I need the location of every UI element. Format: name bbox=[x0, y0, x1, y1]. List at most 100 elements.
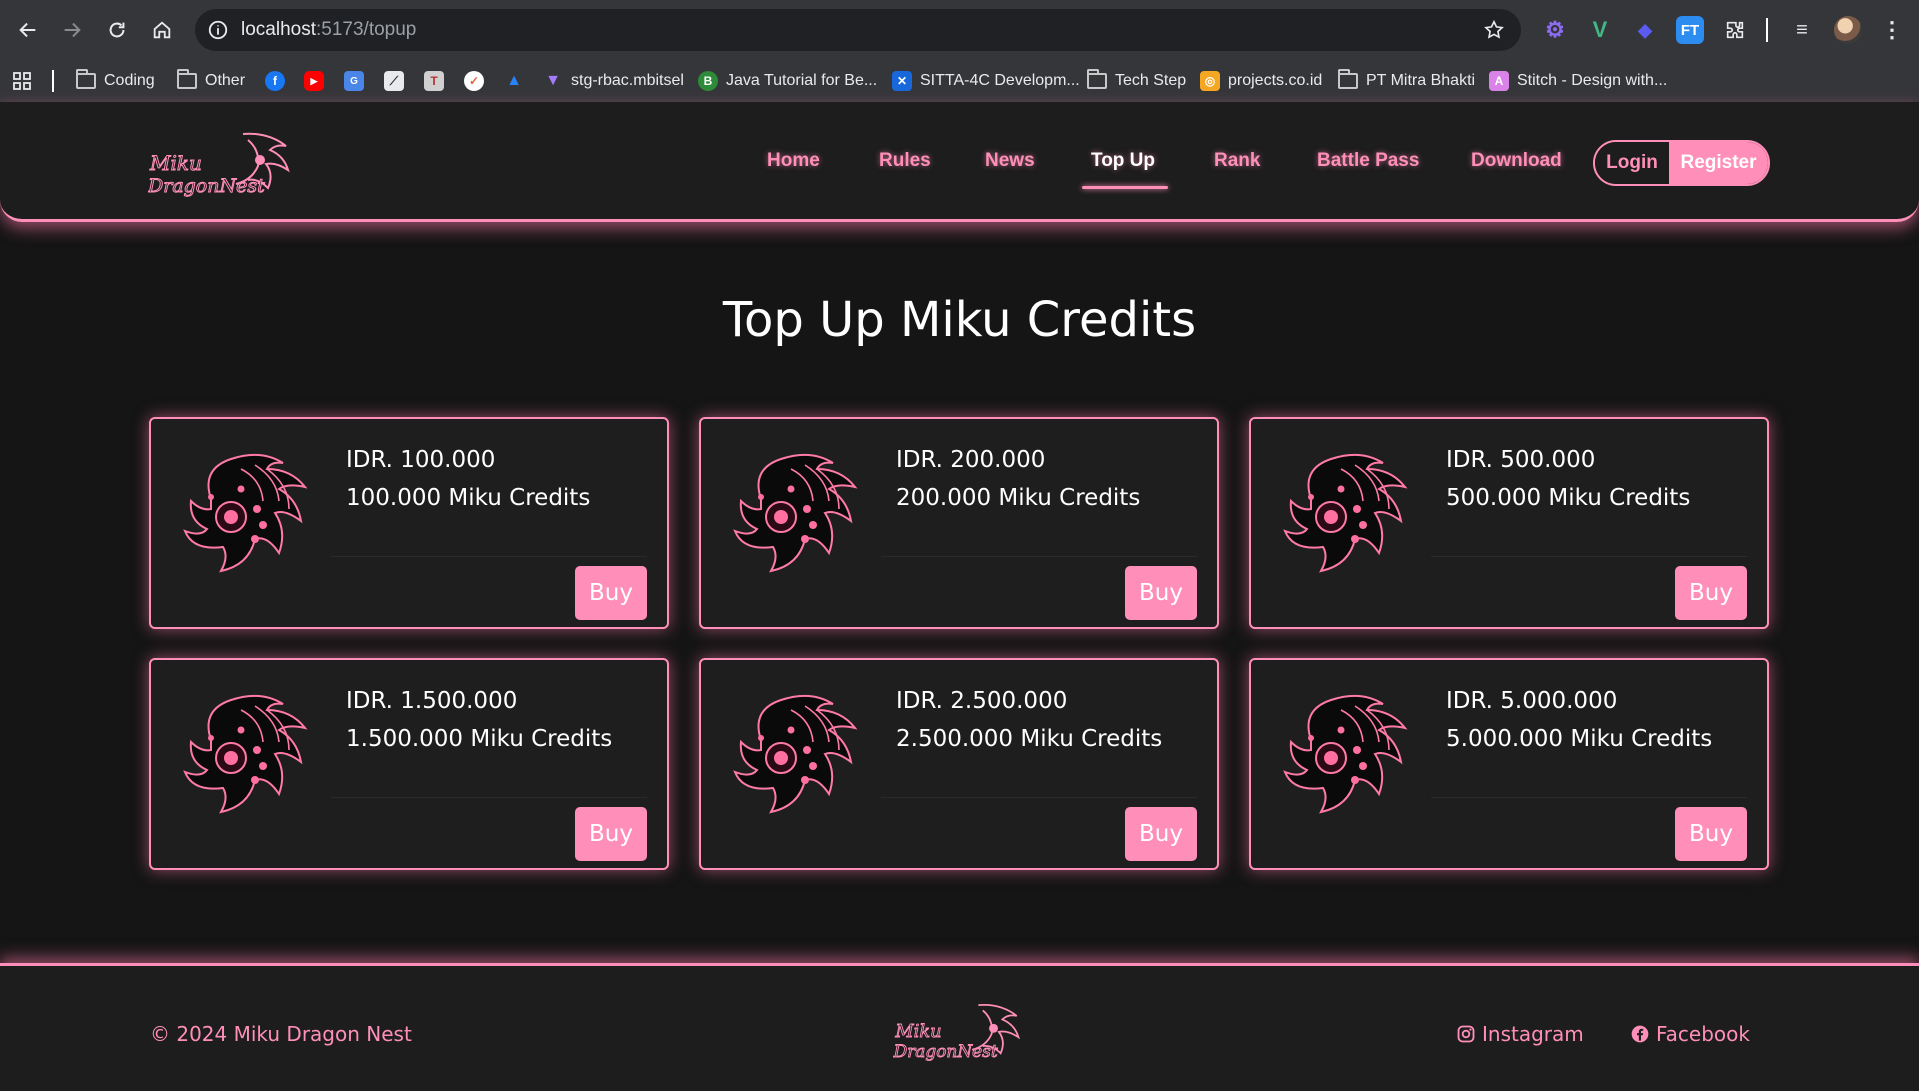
nav-rules[interactable]: Rules bbox=[879, 150, 931, 172]
browser-chrome: localhost:5173/topup ⚙ V ◆ FT ≡ ⋮ Coding… bbox=[0, 0, 1919, 102]
extensions-puzzle-icon[interactable] bbox=[1721, 16, 1749, 44]
apps-grid-icon[interactable] bbox=[12, 66, 32, 96]
bookmark-youtube[interactable]: ▶ bbox=[304, 66, 324, 96]
nav-rank[interactable]: Rank bbox=[1214, 150, 1260, 172]
package-credits: 100.000 Miku Credits bbox=[346, 485, 591, 511]
package-credits: 500.000 Miku Credits bbox=[1446, 485, 1691, 511]
site-footer: © 2024 Miku Dragon Nest Miku DragonNest … bbox=[0, 963, 1919, 1091]
buy-button[interactable]: Buy bbox=[575, 807, 647, 861]
bookmarks-bar: Coding Other f ▶ G ⟋ T ✓ ▲ ▼ stg-rbac.mb… bbox=[0, 60, 1919, 102]
extension-ft-icon[interactable]: FT bbox=[1676, 16, 1704, 44]
home-button[interactable] bbox=[146, 14, 178, 46]
svg-text:Miku: Miku bbox=[149, 151, 202, 175]
topup-card: IDR. 1.500.000 1.500.000 Miku Credits Buy bbox=[149, 658, 669, 870]
card-divider bbox=[331, 556, 647, 557]
arrow-right-icon bbox=[64, 22, 81, 38]
topup-card: IDR. 500.000 500.000 Miku Credits Buy bbox=[1249, 417, 1769, 629]
package-credits: 1.500.000 Miku Credits bbox=[346, 726, 613, 752]
buy-button[interactable]: Buy bbox=[1125, 807, 1197, 861]
auth-buttons: Login Register bbox=[1593, 140, 1770, 186]
address-bar[interactable]: localhost:5173/topup bbox=[195, 9, 1521, 51]
package-credits: 200.000 Miku Credits bbox=[896, 485, 1141, 511]
dragon-emblem-icon bbox=[733, 453, 858, 573]
bookmark-tools[interactable]: T bbox=[424, 66, 444, 96]
miku-dragon-nest-logo[interactable]: Miku DragonNest bbox=[148, 126, 298, 200]
footer-logo: Miku DragonNest bbox=[893, 1004, 1020, 1061]
buy-button[interactable]: Buy bbox=[1675, 566, 1747, 620]
facebook-link[interactable]: Facebook bbox=[1630, 1022, 1750, 1046]
package-price: IDR. 200.000 bbox=[896, 447, 1046, 473]
topup-card: IDR. 200.000 200.000 Miku Credits Buy bbox=[699, 417, 1219, 629]
bookmark-coding[interactable]: Coding bbox=[76, 66, 155, 96]
topup-card: IDR. 2.500.000 2.500.000 Miku Credits Buy bbox=[699, 658, 1219, 870]
card-divider bbox=[331, 797, 647, 798]
bookmark-facebook[interactable]: f bbox=[265, 66, 285, 96]
bookmark-jira[interactable]: ▲ bbox=[504, 66, 524, 96]
instagram-link[interactable]: Instagram bbox=[1456, 1022, 1584, 1046]
bookmark-stitch[interactable]: A Stitch - Design with... bbox=[1489, 66, 1667, 96]
card-divider bbox=[881, 556, 1197, 557]
bookmark-blank[interactable]: ⟋ bbox=[384, 66, 404, 96]
dragon-emblem-icon bbox=[1283, 694, 1408, 814]
forward-button[interactable] bbox=[56, 14, 88, 46]
app-icon: ✓ bbox=[464, 71, 484, 91]
site-header: Miku DragonNest Home Rules News Top Up R… bbox=[0, 102, 1919, 222]
buy-button[interactable]: Buy bbox=[1125, 566, 1197, 620]
arrow-left-icon bbox=[19, 22, 36, 38]
nav-active-indicator bbox=[1082, 186, 1168, 189]
folder-icon bbox=[76, 69, 96, 89]
login-button[interactable]: Login bbox=[1595, 142, 1669, 184]
buy-button[interactable]: Buy bbox=[1675, 807, 1747, 861]
site-info-icon[interactable] bbox=[207, 19, 229, 41]
buy-button[interactable]: Buy bbox=[575, 566, 647, 620]
jira-icon: ▲ bbox=[506, 72, 522, 89]
vite-icon: ▼ bbox=[545, 72, 561, 89]
topup-card: IDR. 100.000 100.000 Miku Credits Buy bbox=[149, 417, 669, 629]
bookmark-stg-rbac[interactable]: ▼ stg-rbac.mbitsel bbox=[543, 66, 684, 96]
bookmark-translate[interactable]: G bbox=[344, 66, 364, 96]
back-button[interactable] bbox=[12, 14, 44, 46]
nav-top-up[interactable]: Top Up bbox=[1091, 150, 1155, 172]
bookmark-projects[interactable]: ◎ projects.co.id bbox=[1200, 66, 1322, 96]
folder-icon bbox=[1087, 69, 1107, 89]
nav-news[interactable]: News bbox=[985, 150, 1035, 172]
reload-button[interactable] bbox=[101, 14, 133, 46]
extension-diamond-icon[interactable]: ◆ bbox=[1631, 16, 1659, 44]
nav-home[interactable]: Home bbox=[767, 150, 820, 172]
vue-devtools-icon[interactable]: V bbox=[1586, 16, 1614, 44]
bookmark-other[interactable]: Other bbox=[177, 66, 245, 96]
bookmarks-separator bbox=[52, 70, 54, 92]
youtube-icon: ▶ bbox=[304, 71, 324, 91]
nav-battle-pass[interactable]: Battle Pass bbox=[1317, 150, 1419, 172]
url-text: localhost:5173/topup bbox=[241, 19, 417, 40]
bookmark-app[interactable]: ✓ bbox=[464, 66, 484, 96]
reload-icon bbox=[109, 22, 125, 38]
blank-icon: ⟋ bbox=[384, 71, 404, 91]
topup-card: IDR. 5.000.000 5.000.000 Miku Credits Buy bbox=[1249, 658, 1769, 870]
browser-toolbar: localhost:5173/topup ⚙ V ◆ FT ≡ ⋮ bbox=[0, 0, 1919, 60]
media-control-icon[interactable]: ≡ bbox=[1788, 16, 1816, 44]
tools-icon: T bbox=[424, 71, 444, 91]
svg-text:Miku: Miku bbox=[894, 1021, 941, 1042]
profile-avatar[interactable] bbox=[1834, 16, 1862, 44]
bookmark-sitta[interactable]: ✕ SITTA-4C Developm... bbox=[892, 66, 1080, 96]
bookmark-tech-step[interactable]: Tech Step bbox=[1087, 66, 1186, 96]
card-divider bbox=[1431, 797, 1747, 798]
register-button[interactable]: Register bbox=[1669, 142, 1768, 184]
extension-gear-icon[interactable]: ⚙ bbox=[1541, 16, 1569, 44]
package-price: IDR. 1.500.000 bbox=[346, 688, 518, 714]
toolbar-separator bbox=[1766, 18, 1768, 42]
bookmark-mitra-bhakti[interactable]: PT Mitra Bhakti bbox=[1338, 66, 1475, 96]
folder-icon bbox=[1338, 69, 1358, 89]
dragon-emblem-icon bbox=[1283, 453, 1408, 573]
dragon-emblem-icon bbox=[183, 453, 308, 573]
facebook-icon bbox=[1631, 1025, 1649, 1043]
folder-icon bbox=[177, 69, 197, 89]
facebook-icon: f bbox=[265, 71, 285, 91]
package-credits: 5.000.000 Miku Credits bbox=[1446, 726, 1713, 752]
menu-kebab-icon[interactable]: ⋮ bbox=[1878, 16, 1906, 44]
bookmark-java-tutorial[interactable]: B Java Tutorial for Be... bbox=[698, 66, 877, 96]
bookmark-star-icon[interactable] bbox=[1483, 19, 1505, 41]
nav-download[interactable]: Download bbox=[1471, 150, 1562, 172]
java-icon: B bbox=[698, 71, 718, 91]
